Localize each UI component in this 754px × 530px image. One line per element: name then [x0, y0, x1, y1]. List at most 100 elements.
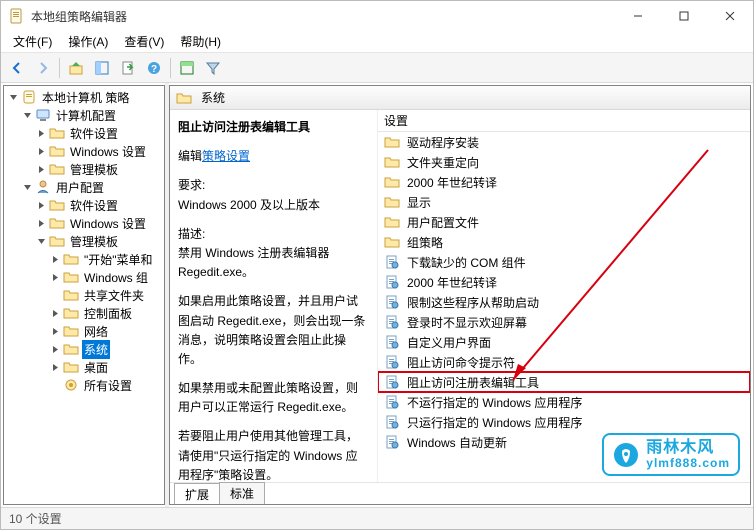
menu-file[interactable]: 文件(F)	[5, 31, 60, 52]
list-item[interactable]: 显示	[378, 192, 750, 212]
tree-system[interactable]: 系统	[4, 340, 164, 358]
tree-network[interactable]: 网络	[4, 322, 164, 340]
window-title: 本地组策略编辑器	[31, 8, 615, 25]
menu-help[interactable]: 帮助(H)	[172, 31, 229, 52]
tree-node-label: 用户配置	[54, 178, 106, 197]
tree-node-icon	[63, 269, 79, 285]
requirements-label: 要求:	[178, 176, 369, 195]
tree-twisty-icon[interactable]	[36, 146, 47, 157]
tree-node-icon	[63, 359, 79, 375]
tree-twisty-icon[interactable]	[36, 128, 47, 139]
tree-root[interactable]: 本地计算机 策略	[4, 88, 164, 106]
tree-control-panel[interactable]: 控制面板	[4, 304, 164, 322]
tree-node-label: 管理模板	[68, 160, 120, 179]
up-button[interactable]	[64, 56, 88, 80]
description-p4: 若要阻止用户使用其他管理工具，请使用"只运行指定的 Windows 应用程序"策…	[178, 427, 369, 482]
edit-policy-link[interactable]: 策略设置	[202, 149, 250, 163]
list-item-label: 显示	[407, 194, 431, 211]
list-item[interactable]: 组策略	[378, 232, 750, 252]
tree-twisty-icon[interactable]	[22, 110, 33, 121]
watermark: 雨林木风 ylmf888.com	[602, 433, 740, 476]
tree-uc-admin[interactable]: 管理模板	[4, 232, 164, 250]
list-item[interactable]: 下载缺少的 COM 组件	[378, 252, 750, 272]
tree-cc-admin[interactable]: 管理模板	[4, 160, 164, 178]
menu-action[interactable]: 操作(A)	[60, 31, 116, 52]
tree-node-label: 计算机配置	[54, 106, 118, 125]
list-item[interactable]: 文件夹重定向	[378, 152, 750, 172]
tree-computer-config[interactable]: 计算机配置	[4, 106, 164, 124]
tree-node-label: 管理模板	[68, 232, 120, 251]
tree-node-icon	[63, 287, 79, 303]
list-item[interactable]: 驱动程序安装	[378, 132, 750, 152]
tree-uc-software[interactable]: 软件设置	[4, 196, 164, 214]
tree-node-icon	[49, 197, 65, 213]
tree-uc-windows[interactable]: Windows 设置	[4, 214, 164, 232]
tree-shared-folders[interactable]: 共享文件夹	[4, 286, 164, 304]
forward-button[interactable]	[31, 56, 55, 80]
tree-twisty-icon[interactable]	[36, 200, 47, 211]
minimize-button[interactable]	[615, 1, 661, 31]
tree-node-label: 桌面	[82, 358, 110, 377]
list-item[interactable]: 只运行指定的 Windows 应用程序	[378, 412, 750, 432]
policy-icon	[384, 374, 400, 390]
watermark-line1: 雨林木风	[646, 439, 730, 457]
settings-list: 设置 驱动程序安装文件夹重定向2000 年世纪转译显示用户配置文件组策略下载缺少…	[378, 110, 750, 482]
tree-node-label: Windows 设置	[68, 214, 148, 233]
export-list-button[interactable]	[116, 56, 140, 80]
tree-node-icon	[49, 161, 65, 177]
filter-button[interactable]	[201, 56, 225, 80]
tree-twisty-icon[interactable]	[22, 182, 33, 193]
menu-view[interactable]: 查看(V)	[116, 31, 172, 52]
tree-windows-components[interactable]: Windows 组	[4, 268, 164, 286]
tree-twisty-icon[interactable]	[36, 218, 47, 229]
close-button[interactable]	[707, 1, 753, 31]
tree-twisty-icon[interactable]	[50, 308, 61, 319]
details-pane-button[interactable]	[175, 56, 199, 80]
policy-title: 阻止访问注册表编辑工具	[178, 118, 369, 137]
back-button[interactable]	[5, 56, 29, 80]
list-item[interactable]: 不运行指定的 Windows 应用程序	[378, 392, 750, 412]
column-header[interactable]: 设置	[378, 110, 750, 132]
tree-twisty-icon[interactable]	[36, 236, 47, 247]
tree-node-icon	[35, 107, 51, 123]
description-p2: 如果启用此策略设置，并且用户试图启动 Regedit.exe，则会出现一条消息，…	[178, 292, 369, 369]
tree-twisty-icon[interactable]	[8, 92, 19, 103]
list-item[interactable]: 限制这些程序从帮助启动	[378, 292, 750, 312]
folder-icon	[384, 174, 400, 190]
tree-cc-windows[interactable]: Windows 设置	[4, 142, 164, 160]
policy-icon	[384, 294, 400, 310]
tree-user-config[interactable]: 用户配置	[4, 178, 164, 196]
list-item-label: 用户配置文件	[407, 214, 479, 231]
separator	[59, 58, 60, 78]
tree-all-settings[interactable]: 所有设置	[4, 376, 164, 394]
tree-twisty-icon[interactable]	[36, 164, 47, 175]
tree-node-icon	[35, 179, 51, 195]
list-item-label: 2000 年世纪转译	[407, 274, 497, 291]
tab-extended[interactable]: 扩展	[174, 483, 220, 505]
folder-icon	[384, 214, 400, 230]
list-item[interactable]: 自定义用户界面	[378, 332, 750, 352]
tree-node-icon	[63, 323, 79, 339]
tree-twisty-icon[interactable]	[50, 344, 61, 355]
list-item[interactable]: 2000 年世纪转译	[378, 272, 750, 292]
tree-twisty-icon[interactable]	[50, 254, 61, 265]
tree-cc-software[interactable]: 软件设置	[4, 124, 164, 142]
tree-twisty-icon[interactable]	[50, 326, 61, 337]
show-hide-tree-button[interactable]	[90, 56, 114, 80]
tree-twisty-icon[interactable]	[50, 362, 61, 373]
policy-icon	[384, 254, 400, 270]
list-item[interactable]: 登录时不显示欢迎屏幕	[378, 312, 750, 332]
watermark-line2: ylmf888.com	[646, 457, 730, 470]
tree-desktop[interactable]: 桌面	[4, 358, 164, 376]
list-item[interactable]: 2000 年世纪转译	[378, 172, 750, 192]
maximize-button[interactable]	[661, 1, 707, 31]
list-item[interactable]: 阻止访问命令提示符	[378, 352, 750, 372]
app-icon	[9, 8, 25, 24]
tab-standard[interactable]: 标准	[219, 482, 265, 504]
tree-pane[interactable]: 本地计算机 策略计算机配置软件设置Windows 设置管理模板用户配置软件设置W…	[3, 85, 165, 505]
list-item[interactable]: 阻止访问注册表编辑工具	[378, 372, 750, 392]
help-button[interactable]: ?	[142, 56, 166, 80]
tree-twisty-icon[interactable]	[50, 272, 61, 283]
tree-start-menu[interactable]: "开始"菜单和	[4, 250, 164, 268]
list-item[interactable]: 用户配置文件	[378, 212, 750, 232]
